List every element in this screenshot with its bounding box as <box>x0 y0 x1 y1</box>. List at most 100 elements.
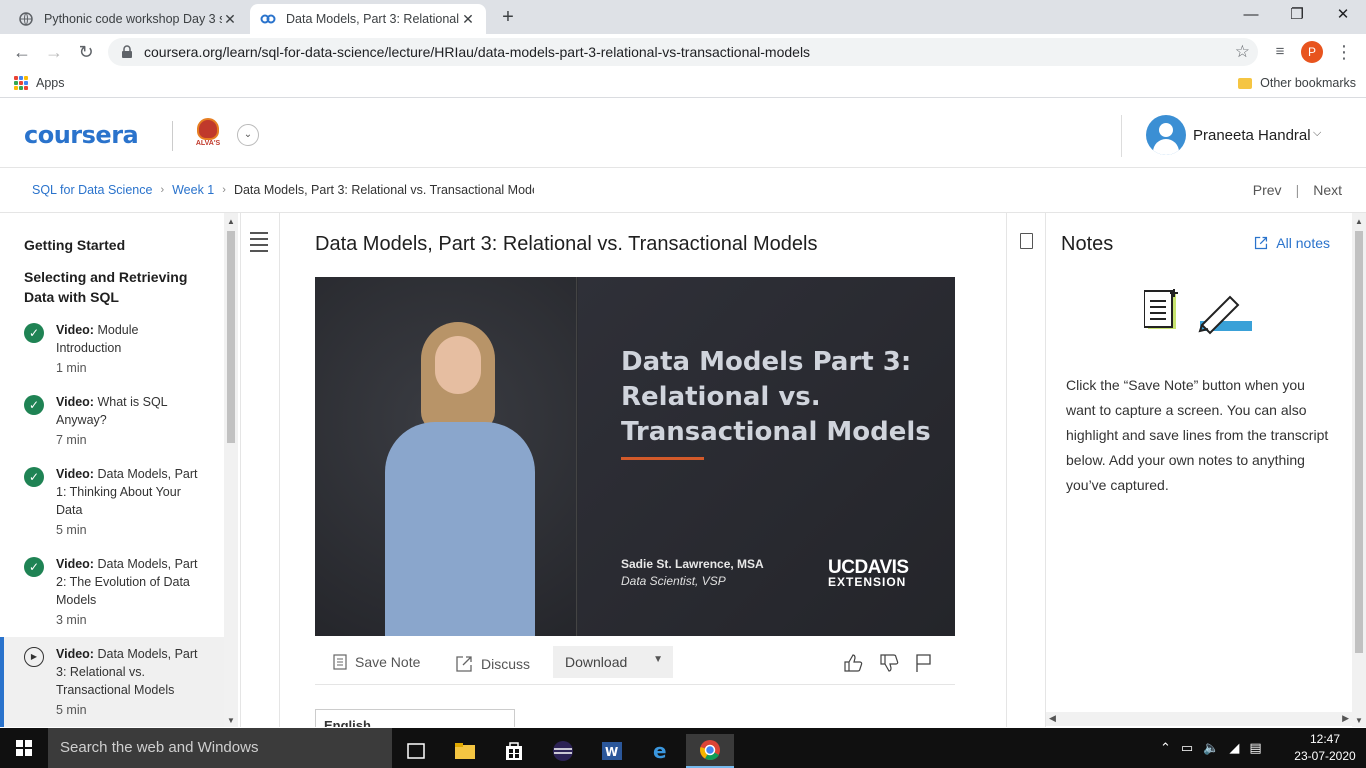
scroll-down-icon[interactable]: ▼ <box>227 716 235 725</box>
extension-logo: EXTENSION <box>828 575 907 589</box>
scroll-right-icon[interactable]: ▶ <box>1342 713 1349 724</box>
video-player[interactable]: Data Models Part 3: Relational vs. Trans… <box>315 277 955 636</box>
completed-check-icon: ✓ <box>24 557 44 577</box>
address-bar[interactable]: coursera.org/learn/sql-for-data-science/… <box>108 38 1258 66</box>
notes-illustration-icon <box>1144 289 1252 335</box>
sidebar-scrollbar[interactable]: ▲ ▼ <box>224 213 238 727</box>
profile-avatar[interactable]: P <box>1301 41 1323 63</box>
section-heading[interactable]: Getting Started <box>24 235 125 255</box>
chevron-right-icon: › <box>160 184 165 196</box>
tab-data-models[interactable]: Data Models, Part 3: Relational vs ✕ <box>250 4 486 34</box>
presenter-name: Sadie St. Lawrence, MSA <box>621 557 764 571</box>
svg-text:W: W <box>605 745 618 759</box>
alvas-logo[interactable]: ALVA'S <box>193 118 223 154</box>
breadcrumb-course[interactable]: SQL for Data Science <box>32 183 152 197</box>
prev-button[interactable]: Prev <box>1253 182 1282 198</box>
user-name[interactable]: Praneeta Handral <box>1193 127 1311 144</box>
section-heading[interactable]: Selecting and Retrieving Data with SQL <box>24 267 214 307</box>
alvas-label: ALVA'S <box>195 140 221 147</box>
list-item[interactable]: ✓ Video: Data Models, Part 2: The Evolut… <box>0 553 224 637</box>
thumbs-up-icon[interactable] <box>843 653 863 678</box>
apps-bookmark[interactable]: Apps <box>14 76 65 90</box>
scrollbar-thumb[interactable] <box>227 231 235 443</box>
scroll-down-icon[interactable]: ▼ <box>1355 716 1363 725</box>
scroll-up-icon[interactable]: ▲ <box>227 217 235 226</box>
presenter-role: Data Scientist, VSP <box>621 574 726 588</box>
close-window-icon[interactable]: ✕ <box>1320 0 1366 30</box>
download-dropdown[interactable]: Download ▼ <box>553 646 673 678</box>
scroll-up-icon[interactable]: ▲ <box>1355 217 1363 226</box>
flag-icon[interactable] <box>915 653 933 678</box>
taskbar-clock[interactable]: 12:47 23-07-2020 <box>1290 731 1360 765</box>
start-button[interactable] <box>0 728 48 768</box>
coursera-header: coursera ALVA'S ⌄ Praneeta Handral ⌵ <box>0 103 1366 168</box>
coursera-favicon-icon <box>260 11 276 27</box>
list-item[interactable]: ✓ Video: What is SQL Anyway? 7 min <box>0 391 224 457</box>
browser-tab-bar: Pythonic code workshop Day 3 s ✕ Data Mo… <box>0 0 1366 34</box>
new-tab-button[interactable]: + <box>495 6 521 28</box>
tab-pythonic-workshop[interactable]: Pythonic code workshop Day 3 s ✕ <box>8 4 248 34</box>
list-item-current[interactable]: ▶ Video: Data Models, Part 3: Relational… <box>0 637 224 727</box>
download-label: Download <box>565 654 628 670</box>
breadcrumb-row: SQL for Data Science › Week 1 › Data Mod… <box>0 168 1366 213</box>
all-notes-link[interactable]: All notes <box>1254 235 1330 251</box>
edge-icon[interactable]: e <box>637 734 685 768</box>
external-link-icon <box>1255 236 1268 250</box>
item-duration: 1 min <box>56 361 87 375</box>
item-type: Video: <box>56 323 94 337</box>
notes-scrollbar[interactable]: ▲ ▼ <box>1352 213 1366 727</box>
scroll-left-icon[interactable]: ◀ <box>1049 713 1056 724</box>
close-tab-icon[interactable]: ✕ <box>222 11 238 28</box>
bookmark-star-icon[interactable]: ☆ <box>1235 42 1250 62</box>
language-select[interactable]: English <box>315 709 515 727</box>
next-button[interactable]: Next <box>1313 182 1342 198</box>
forward-icon[interactable]: → <box>41 40 67 64</box>
thumbs-down-icon[interactable] <box>879 653 899 678</box>
battery-icon[interactable]: ▭ <box>1181 740 1193 756</box>
outline-toggle[interactable] <box>240 213 280 727</box>
browser-toolbar: ← → ↻ coursera.org/learn/sql-for-data-sc… <box>0 34 1366 70</box>
taskbar-search[interactable]: Search the web and Windows <box>48 728 392 768</box>
item-duration: 3 min <box>56 613 87 627</box>
file-explorer-icon[interactable] <box>441 734 489 768</box>
notes-horizontal-scrollbar[interactable]: ◀ ▶ <box>1046 712 1352 726</box>
notes-toggle[interactable] <box>1006 213 1046 727</box>
coursera-logo[interactable]: coursera <box>24 121 139 149</box>
media-queue-icon[interactable]: ≡ <box>1267 40 1293 64</box>
chevron-down-icon[interactable]: ⌄ <box>237 124 259 146</box>
store-icon[interactable] <box>490 734 538 768</box>
other-bookmarks[interactable]: Other bookmarks <box>1238 76 1356 90</box>
play-icon: ▶ <box>24 647 44 667</box>
chevron-up-icon[interactable]: ⌃ <box>1160 740 1171 756</box>
breadcrumb-week[interactable]: Week 1 <box>172 183 214 197</box>
minimize-icon[interactable]: — <box>1228 0 1274 30</box>
task-view-icon[interactable] <box>392 734 440 768</box>
system-tray: ⌃ ▭ 🔈 ◢ ▤ <box>1160 728 1262 768</box>
all-notes-label: All notes <box>1276 235 1330 251</box>
item-duration: 5 min <box>56 703 87 717</box>
menu-icon[interactable]: ⋮ <box>1331 40 1357 64</box>
volume-icon[interactable]: 🔈 <box>1203 740 1219 756</box>
back-icon[interactable]: ← <box>9 40 35 64</box>
notes-instructions: Click the “Save Note” button when you wa… <box>1066 377 1329 493</box>
discuss-label: Discuss <box>481 656 531 672</box>
user-avatar[interactable] <box>1146 115 1186 155</box>
restore-icon[interactable]: ❐ <box>1274 0 1320 30</box>
notifications-icon[interactable]: ▤ <box>1249 740 1261 756</box>
user-divider <box>1121 115 1122 157</box>
close-tab-icon[interactable]: ✕ <box>460 11 476 28</box>
word-icon[interactable]: W <box>588 734 636 768</box>
chevron-down-icon[interactable]: ⌵ <box>1313 127 1321 140</box>
wifi-icon[interactable]: ◢ <box>1229 740 1239 756</box>
list-item[interactable]: ✓ Video: Module Introduction 1 min <box>0 319 224 385</box>
breadcrumb-current: Data Models, Part 3: Relational vs. Tran… <box>233 183 534 197</box>
list-item[interactable]: ✓ Video: Data Models, Part 1: Thinking A… <box>0 463 224 547</box>
item-type: Video: <box>56 647 94 661</box>
scrollbar-thumb[interactable] <box>1355 231 1363 653</box>
chrome-icon[interactable] <box>686 734 734 768</box>
eclipse-icon[interactable] <box>539 734 587 768</box>
save-note-button[interactable]: Save Note <box>333 649 420 675</box>
discuss-button[interactable]: Discuss <box>455 651 530 677</box>
tab-title: Data Models, Part 3: Relational vs <box>286 12 460 26</box>
reload-icon[interactable]: ↻ <box>73 40 99 64</box>
